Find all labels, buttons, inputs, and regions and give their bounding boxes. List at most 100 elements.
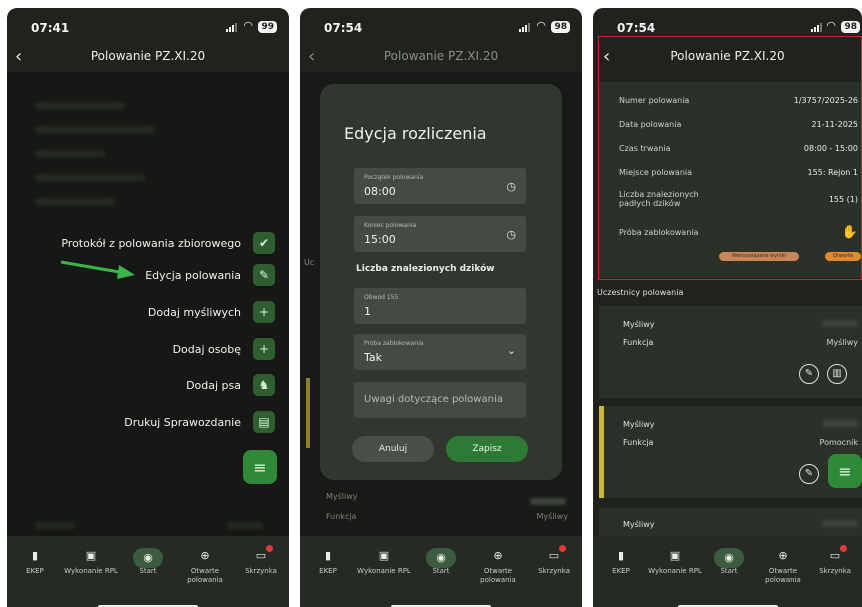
tab-bar: ▮ EKEP ▣ Wykonanie RPL ◉ Start ⊕ Otwarte pol… xyxy=(300,536,582,607)
participants-heading: Uczestnicy polowania xyxy=(597,288,684,297)
participant-name-blurred xyxy=(822,320,858,329)
participant-card[interactable]: Myśliwy Funkcja Myśliwy ✎ ▥ xyxy=(599,306,862,398)
field-value: Tak xyxy=(364,351,383,364)
participant-row: Myśliwy xyxy=(623,420,858,429)
tab-ekep[interactable]: ▮ EKEP xyxy=(300,548,356,576)
screen-hunt-details: 07:54 ◠ 98 ‹ Polowanie PZ.XI.20 Numer po… xyxy=(593,8,862,607)
tab-start[interactable]: ◉ Start xyxy=(120,548,176,576)
tab-label: Wykonanie RPL xyxy=(64,567,118,575)
tab-rpl[interactable]: ▣ Wykonanie RPL xyxy=(647,548,703,576)
field-value: 08:00 xyxy=(364,185,396,198)
wifi-icon: ◠ xyxy=(536,19,546,32)
menu-item-label: Dodaj psa xyxy=(186,378,241,392)
tab-ekep[interactable]: ▮ EKEP xyxy=(593,548,649,576)
participant-value: Myśliwy xyxy=(826,338,858,347)
inbox-icon: ▭ xyxy=(255,549,267,562)
participant-value: Pomocnik xyxy=(819,438,858,447)
participant-label: Myśliwy xyxy=(623,520,655,529)
tab-open-hunts[interactable]: ⊕ Otwarte polowania xyxy=(755,548,811,585)
app-header: ‹ Polowanie PZ.XI.20 xyxy=(7,42,289,72)
calendar-icon: ▣ xyxy=(378,549,390,562)
menu-item-add-dog[interactable]: Dodaj psa ♞ xyxy=(186,374,275,396)
signal-icon xyxy=(519,23,530,32)
target-icon: ⊕ xyxy=(493,549,503,562)
tab-inbox[interactable]: ▭ Skrzynka xyxy=(233,545,289,576)
app-header: ‹ Polowanie PZ.XI.20 xyxy=(300,42,582,72)
calendar-icon: ▣ xyxy=(669,549,681,562)
book-icon: ▮ xyxy=(324,549,332,562)
menu-item-add-person[interactable]: Dodaj osobę + xyxy=(173,338,275,360)
start-time-field[interactable]: Początek polowania 08:00 ◷ xyxy=(354,168,526,204)
tab-start[interactable]: ◉ Start xyxy=(701,548,757,576)
hunt-notes-input[interactable]: Uwagi dotyczące polowania xyxy=(354,382,526,418)
district-count-input[interactable]: Obwód 155 1 xyxy=(354,288,526,324)
battery-indicator: 99 xyxy=(258,21,277,33)
tab-open-hunts[interactable]: ⊕ Otwarte polowania xyxy=(470,548,526,585)
card-stripe xyxy=(306,378,310,448)
menu-item-add-hunters[interactable]: Dodaj myśliwych + xyxy=(148,301,275,323)
field-value: 15:00 xyxy=(364,233,396,246)
tab-label: Wykonanie RPL xyxy=(357,567,411,575)
tab-label: Skrzynka xyxy=(538,567,570,575)
tab-label: Wykonanie RPL xyxy=(648,567,702,575)
tab-open-hunts[interactable]: ⊕ Otwarte polowania xyxy=(177,548,233,585)
screen-hunt-menu: 07:41 ◠ 99 ‹ Polowanie PZ.XI.20 Protokół… xyxy=(7,8,289,607)
menu-item-edit-hunt[interactable]: Edycja polowania ✎ xyxy=(145,264,275,286)
menu-item-protocol[interactable]: Protokół z polowania zbiorowego ✔ xyxy=(61,232,275,254)
end-time-field[interactable]: Koniec polowania 15:00 ◷ xyxy=(354,216,526,252)
tab-label: EKEP xyxy=(26,567,44,575)
participant-row: Funkcja Myśliwy xyxy=(623,338,858,347)
dialog-title: Edycja rozliczenia xyxy=(344,124,487,143)
target-icon: ⊕ xyxy=(778,549,788,562)
tab-start[interactable]: ◉ Start xyxy=(413,548,469,576)
field-label: Obwód 155 xyxy=(364,294,399,301)
menu-item-label: Edycja polowania xyxy=(145,268,241,282)
tab-rpl[interactable]: ▣ Wykonanie RPL xyxy=(356,548,412,576)
menu-fab-button[interactable]: ≡ xyxy=(828,454,862,488)
participant-card[interactable]: Myśliwy Funkcja Pomocnik ✎ xyxy=(599,406,862,498)
add-person-icon: + xyxy=(253,338,275,360)
tab-bar: ▮ EKEP ▣ Wykonanie RPL ◉ Start ⊕ Otwarte pol… xyxy=(593,536,862,607)
notification-badge xyxy=(559,545,566,552)
tab-ekep[interactable]: ▮ EKEP xyxy=(7,548,63,576)
menu-item-label: Dodaj myśliwych xyxy=(147,305,241,319)
tab-inbox[interactable]: ▭ Skrzynka xyxy=(526,545,582,576)
edit-pencil-icon[interactable]: ✎ xyxy=(799,464,819,484)
tab-label: EKEP xyxy=(612,567,630,575)
tab-label: EKEP xyxy=(319,567,337,575)
dog-icon: ♞ xyxy=(253,374,275,396)
map-pin-icon: ◉ xyxy=(133,548,163,568)
tab-rpl[interactable]: ▣ Wykonanie RPL xyxy=(63,548,119,576)
tab-label: Skrzynka xyxy=(245,567,277,575)
status-bar: 07:41 ◠ 99 xyxy=(7,8,289,42)
participant-label: Myśliwy xyxy=(623,420,655,429)
card-stripe xyxy=(599,406,604,498)
bg-hunter-name-blurred xyxy=(530,490,566,509)
tab-label: Otwarte polowania xyxy=(765,567,801,584)
participant-name-blurred xyxy=(822,520,858,529)
document-icon: ▤ xyxy=(253,411,275,433)
notes-placeholder: Uwagi dotyczące polowania xyxy=(364,394,503,405)
block-attempt-select[interactable]: Próba zablokowania Tak ⌄ xyxy=(354,334,526,370)
menu-item-print-report[interactable]: Drukuj Sprawozdanie ▤ xyxy=(124,411,275,433)
save-button[interactable]: Zapisz xyxy=(446,436,528,462)
delete-trash-icon[interactable]: ▥ xyxy=(827,364,847,384)
book-icon: ▮ xyxy=(617,549,625,562)
tab-label: Otwarte polowania xyxy=(187,567,223,584)
edit-pencil-icon[interactable]: ✎ xyxy=(799,364,819,384)
clock: 07:54 xyxy=(617,21,656,35)
cancel-button[interactable]: Anuluj xyxy=(352,436,434,462)
clock-icon[interactable]: ◷ xyxy=(506,228,516,241)
menu-item-label: Drukuj Sprawozdanie xyxy=(124,415,241,429)
tab-label: Start xyxy=(720,567,738,575)
calendar-icon: ▣ xyxy=(85,549,97,562)
page-title: Polowanie PZ.XI.20 xyxy=(90,49,206,63)
tab-inbox[interactable]: ▭ Skrzynka xyxy=(807,545,862,576)
participant-label: Funkcja xyxy=(623,338,654,347)
clock-icon[interactable]: ◷ xyxy=(506,180,516,193)
pointer-arrow xyxy=(60,260,135,279)
menu-fab-button[interactable]: ≡ xyxy=(243,450,277,484)
signal-icon xyxy=(811,23,822,32)
screen-edit-settlement: 07:54 ◠ 98 ‹ Polowanie PZ.XI.20 Uc Myśli… xyxy=(300,8,582,607)
edit-settlement-dialog: Edycja rozliczenia Początek polowania 08… xyxy=(320,84,562,480)
